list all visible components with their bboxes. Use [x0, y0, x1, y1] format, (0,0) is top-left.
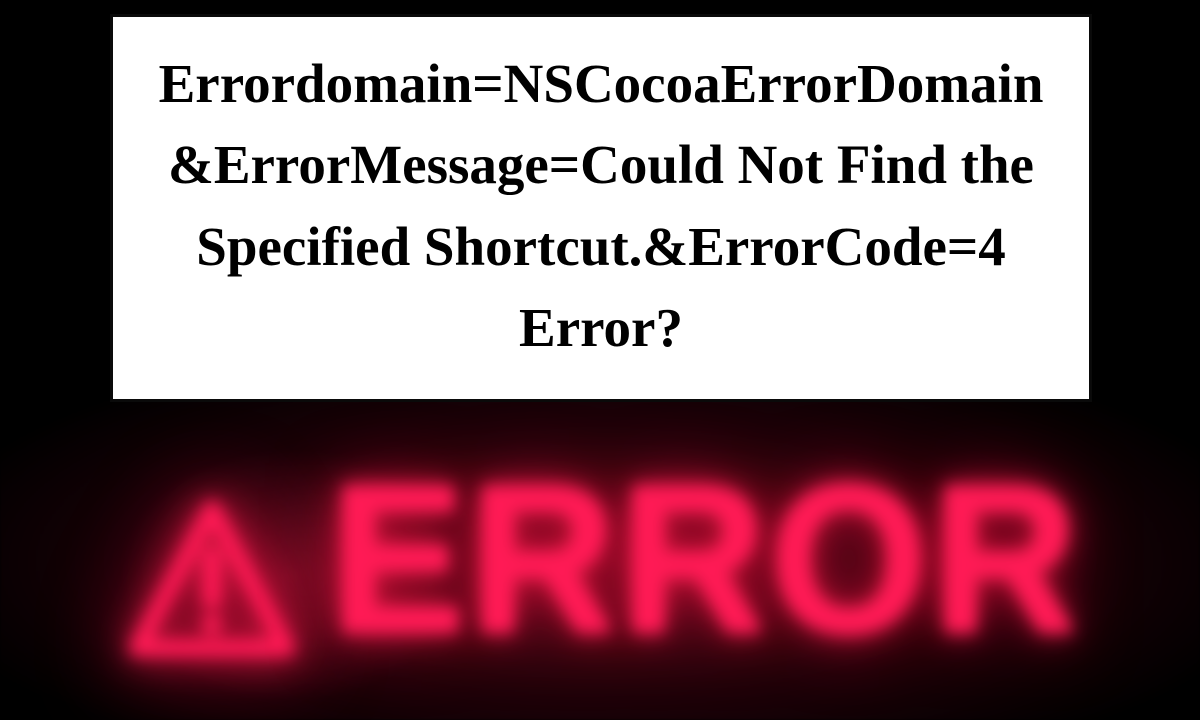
headline-text: Errordomain=NSCocoaErrorDomain&ErrorMess… — [147, 43, 1055, 369]
neon-error-text: ERROR — [331, 455, 1083, 665]
neon-sign: ERROR — [0, 430, 1200, 690]
headline-box: Errordomain=NSCocoaErrorDomain&ErrorMess… — [110, 14, 1092, 402]
image-canvas: ERROR Errordomain=NSCocoaErrorDomain&Err… — [0, 0, 1200, 720]
warning-triangle-icon — [127, 495, 297, 665]
